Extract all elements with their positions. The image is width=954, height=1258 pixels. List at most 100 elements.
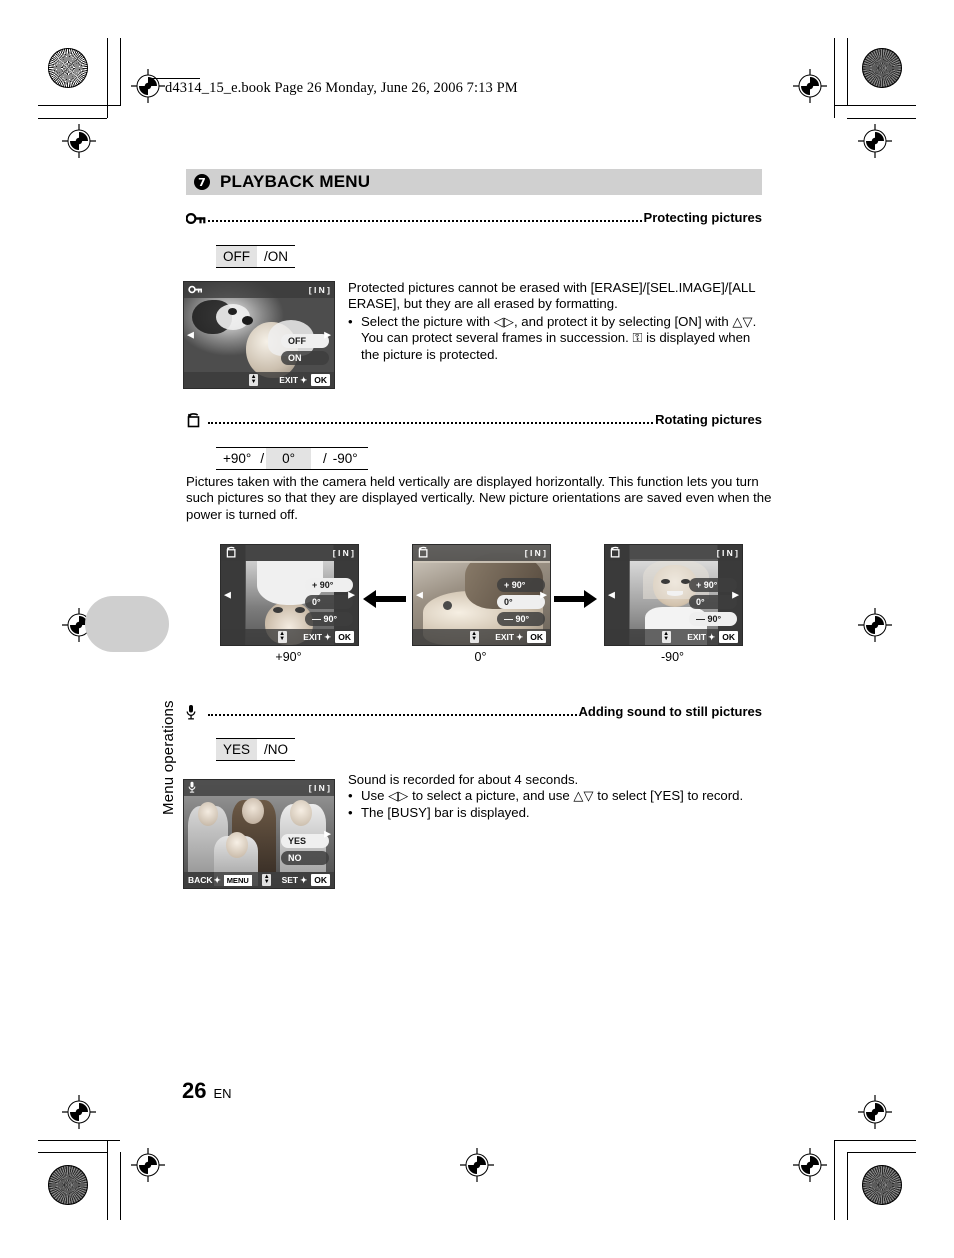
protect-bullet-text: Select the picture with ◁▷, and protect … <box>361 313 757 362</box>
crop-line <box>834 1140 835 1220</box>
registration-target-bottom-center <box>460 1148 494 1182</box>
sound-bullet: • The [BUSY] bar is displayed. <box>348 805 772 821</box>
microphone-icon <box>186 704 208 720</box>
protect-line-2: ERASE], but they are all erased by forma… <box>348 296 618 312</box>
lcd-menu-rotate: + 90° 0° — 90° <box>497 578 545 626</box>
photo-shape <box>290 800 312 826</box>
lcd-next-arrow-icon: ▶ <box>348 589 355 600</box>
crop-line <box>834 105 916 106</box>
bullet-marker: • <box>348 313 353 329</box>
lcd-ok-key[interactable]: OK <box>311 874 330 886</box>
leader-dots <box>208 416 654 424</box>
lcd-menu-item-plus90[interactable]: + 90° <box>305 578 353 592</box>
updown-pad-icon: ▲ ▼ <box>262 874 272 886</box>
sound-option-row: YES /NO <box>216 738 296 761</box>
protect-line-1: Protected pictures cannot be erased with… <box>348 280 756 295</box>
heading-adding-sound: Adding sound to still pictures <box>186 704 762 720</box>
lcd-prev-arrow-icon: ◀ <box>187 329 194 340</box>
book-file-header: d4314_15_e.book Page 26 Monday, June 26,… <box>165 80 518 96</box>
microphone-icon <box>188 781 196 795</box>
lcd-top-bar: [ I N ] <box>221 545 358 561</box>
lcd-ok-key[interactable]: OK <box>311 374 330 386</box>
rotate-icon <box>186 412 208 428</box>
crop-line <box>38 1140 120 1141</box>
crop-line <box>847 1152 916 1153</box>
lcd-menu-key[interactable]: MENU <box>223 874 252 886</box>
option-value-off: OFF <box>216 246 257 267</box>
lcd-preview-rotate-minus90: [ I N ] + 90° 0° — 90° ◀ ▶ ▲ ▼ EXIT ✦ OK <box>604 544 743 646</box>
lcd-menu-item-zero[interactable]: 0° <box>497 595 545 609</box>
registration-rosette-top-right <box>862 48 902 88</box>
lcd-menu-item-plus90[interactable]: + 90° <box>497 578 545 592</box>
registration-target-bottom-right <box>793 1148 827 1182</box>
lcd-exit-label: EXIT <box>303 632 323 642</box>
lcd-menu-item-no[interactable]: NO <box>281 851 329 865</box>
key-icon <box>186 210 208 226</box>
crop-line <box>38 1152 107 1153</box>
lcd-exit-label: EXIT <box>495 632 515 642</box>
protect-paragraph: Protected pictures cannot be erased with… <box>348 280 772 313</box>
protect-description: Protected pictures cannot be erased with… <box>348 280 772 363</box>
lcd-menu-item-zero[interactable]: 0° <box>305 595 353 609</box>
bullet-marker: • <box>348 804 353 820</box>
playback-menu-header: 7 PLAYBACK MENU <box>186 169 762 195</box>
photo-shape <box>295 607 305 613</box>
lcd-sep-icon: ✦ <box>300 874 308 885</box>
page-title: PLAYBACK MENU <box>220 172 371 191</box>
lcd-sep-icon: ✦ <box>300 374 308 385</box>
photo-shape <box>242 798 264 824</box>
lcd-next-arrow-icon: ▶ <box>324 329 331 340</box>
key-icon <box>188 285 203 296</box>
lcd-menu-item-off[interactable]: OFF <box>281 334 329 348</box>
lcd-ok-key[interactable]: OK <box>527 631 546 643</box>
header-rule <box>148 78 200 79</box>
crop-line <box>38 105 120 106</box>
sound-description: Sound is recorded for about 4 seconds. •… <box>348 772 772 821</box>
lcd-menu-item-plus90[interactable]: + 90° <box>689 578 737 592</box>
lcd-top-bar: [ I N ] <box>413 545 550 561</box>
lcd-memory-indicator: [ I N ] <box>524 548 546 558</box>
registration-target-top-right <box>793 69 827 103</box>
lcd-ok-key[interactable]: OK <box>335 631 354 643</box>
registration-rosette-top-left <box>48 48 88 88</box>
sound-bullet-text-1: Use ◁▷ to select a picture, and use △▽ t… <box>361 788 744 804</box>
lcd-menu-item-yes[interactable]: YES <box>281 834 329 848</box>
crop-line <box>107 38 108 118</box>
registration-target-right-upper <box>858 124 892 158</box>
lcd-sep-icon: ✦ <box>213 874 221 885</box>
crop-line <box>834 38 835 118</box>
bullet-marker: • <box>348 788 353 804</box>
crop-line <box>38 118 107 119</box>
chapter-tab <box>85 596 169 652</box>
lcd-menu-item-minus90[interactable]: — 90° <box>497 612 545 626</box>
lcd-menu-item-minus90[interactable]: — 90° <box>305 612 353 626</box>
lcd-menu-rotate: + 90° 0° — 90° <box>305 578 353 626</box>
lcd-menu-item-on[interactable]: ON <box>281 351 329 365</box>
registration-target-left-lower <box>62 1095 96 1129</box>
lcd-menu-item-zero[interactable]: 0° <box>689 595 737 609</box>
lcd-next-arrow-icon: ▶ <box>324 828 331 839</box>
lcd-preview-rotate-plus90: [ I N ] + 90° 0° — 90° ◀ ▶ ▲ ▼ EXIT ✦ OK <box>220 544 359 646</box>
protect-option-row: OFF /ON <box>216 245 296 268</box>
option-value-yes: YES <box>216 739 258 760</box>
rotate-description: Pictures taken with the camera held vert… <box>186 474 774 523</box>
figure-caption-zero: 0° <box>474 650 487 664</box>
heading-protecting-pictures: Protecting pictures <box>186 210 762 226</box>
rotate-paragraph: Pictures taken with the camera held vert… <box>186 474 774 523</box>
sound-bullet: • Use ◁▷ to select a picture, and use △▽… <box>348 788 772 804</box>
lcd-memory-indicator: [ I N ] <box>332 548 354 558</box>
leader-dots <box>208 214 642 222</box>
page-footer: 26 EN <box>182 1078 232 1104</box>
rotate-icon <box>417 546 430 560</box>
lcd-menu-protect: OFF ON <box>281 334 329 365</box>
rotate-line-1: Pictures taken with the camera held vert… <box>186 474 684 489</box>
updown-pad-icon: ▲ ▼ <box>661 631 671 643</box>
rotate-option-row: +90° / 0° / -90° <box>216 447 368 470</box>
lcd-sep-icon: ✦ <box>516 631 524 642</box>
lcd-back-label: BACK <box>188 875 213 885</box>
heading-label: Adding sound to still pictures <box>578 704 762 719</box>
sound-paragraph: Sound is recorded for about 4 seconds. <box>348 772 579 787</box>
lcd-ok-key[interactable]: OK <box>719 631 738 643</box>
option-separator: / <box>260 451 265 466</box>
lcd-menu-item-minus90[interactable]: — 90° <box>689 612 737 626</box>
